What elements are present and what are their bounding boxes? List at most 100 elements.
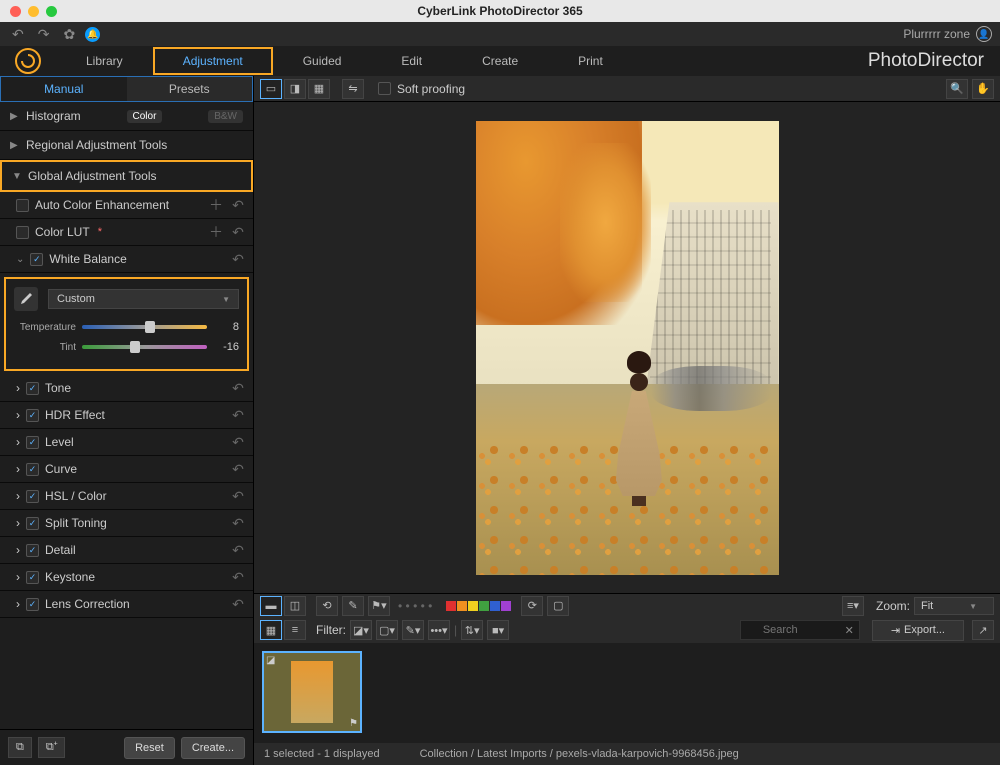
reset-button[interactable]: Reset [124,737,175,759]
grid-view-button[interactable]: ▦ [308,79,330,99]
reset-icon[interactable]: ↶ [229,250,247,268]
crop-button[interactable]: ✎ [342,596,364,616]
export-button[interactable]: ⇥Export... [872,620,964,641]
reset-icon[interactable]: ↶ [229,196,247,214]
notification-icon[interactable]: 🔔 [85,27,100,42]
list-view-button[interactable]: ≡ [284,620,306,640]
tab-create[interactable]: Create [452,47,548,75]
histogram-color-mode[interactable]: Color [127,110,163,123]
auto-color-enhancement-item[interactable]: Auto Color Enhancement ＋ ↶ [0,192,253,219]
thumbnail-item[interactable]: ◪ ⚑ [262,651,362,733]
temperature-slider[interactable] [82,325,207,329]
user-avatar-icon[interactable]: 👤 [976,26,992,42]
paste-settings-button[interactable]: ⧉⁺ [38,737,66,758]
copy-settings-button[interactable]: ⧉ [8,737,32,758]
tab-adjustment[interactable]: Adjustment [153,47,273,75]
keystone-item[interactable]: ›Keystone↶ [0,564,253,591]
filter-rating-button[interactable]: •••▾ [428,620,450,640]
regional-tools-header[interactable]: ▶ Regional Adjustment Tools [0,131,253,160]
thumbnail-view-button[interactable]: ▦ [260,620,282,640]
reset-icon[interactable]: ↶ [229,406,247,424]
reset-icon[interactable]: ↶ [229,487,247,505]
tab-guided[interactable]: Guided [273,47,372,75]
checkbox-icon[interactable] [26,571,39,584]
share-button[interactable]: ↗ [972,620,994,640]
redo-icon[interactable]: ↷ [34,24,54,45]
zoom-tool-button[interactable]: 🔍 [946,79,968,99]
app-logo[interactable] [0,48,56,74]
reset-icon[interactable]: ↶ [229,460,247,478]
filter-color-button[interactable]: ■▾ [487,620,509,640]
checkbox-icon[interactable] [16,226,29,239]
white-balance-preset-dropdown[interactable]: Custom [48,289,239,309]
plus-icon[interactable]: ＋ [207,196,225,214]
clear-search-icon[interactable]: ✕ [845,624,854,637]
detail-item[interactable]: ›Detail↶ [0,537,253,564]
global-tools-header[interactable]: ▼ Global Adjustment Tools [0,160,253,192]
filter-tag-button[interactable]: ✎▾ [402,620,424,640]
tab-library[interactable]: Library [56,47,153,75]
rating-dots[interactable]: • • • • • [398,599,432,613]
color-swatch[interactable] [501,601,511,611]
color-swatch[interactable] [457,601,467,611]
eyedropper-button[interactable] [14,287,38,311]
reset-icon[interactable]: ↶ [229,595,247,613]
minimize-window-button[interactable] [28,6,39,17]
checkbox-icon[interactable] [26,436,39,449]
curve-item[interactable]: ›Curve↶ [0,456,253,483]
level-item[interactable]: ›Level↶ [0,429,253,456]
checkbox-icon[interactable] [26,463,39,476]
checkbox-icon[interactable] [30,253,43,266]
user-name[interactable]: Plurrrrr zone [903,27,970,41]
color-swatch[interactable] [446,601,456,611]
zoom-dropdown[interactable]: Fit [914,597,994,615]
photo-viewer[interactable] [254,102,1000,593]
reset-icon[interactable]: ↶ [229,541,247,559]
tab-edit[interactable]: Edit [371,47,452,75]
flag-button[interactable]: ⚑▾ [368,596,390,616]
mirror-view-button[interactable]: ⇋ [342,79,364,99]
sort-button[interactable]: ≡▾ [842,596,864,616]
color-lut-item[interactable]: Color LUT* ＋ ↶ [0,219,253,246]
layout-split-button[interactable]: ◫ [284,596,306,616]
checkbox-icon[interactable] [26,544,39,557]
soft-proofing-checkbox[interactable] [378,82,391,95]
compare-view-button[interactable]: ◨ [284,79,306,99]
checkbox-icon[interactable] [26,598,39,611]
reset-icon[interactable]: ↶ [229,568,247,586]
filter-flag-button[interactable]: ◪▾ [350,620,372,640]
histogram-header[interactable]: ▶ Histogram Color B&W [0,102,253,131]
color-swatch[interactable] [468,601,478,611]
create-preset-button[interactable]: Create... [181,737,245,759]
reset-icon[interactable]: ↶ [229,223,247,241]
hsl-color-item[interactable]: ›HSL / Color↶ [0,483,253,510]
layout-single-button[interactable]: ▬ [260,596,282,616]
white-balance-header[interactable]: ⌄ White Balance ↶ [0,246,253,273]
sidebar-tab-manual[interactable]: Manual [1,77,127,101]
tint-slider[interactable] [82,345,207,349]
reset-icon[interactable]: ↶ [229,514,247,532]
filter-label-button[interactable]: ▢▾ [376,620,398,640]
undo-icon[interactable]: ↶ [8,24,28,45]
slideshow-button[interactable]: ▢ [547,596,569,616]
histogram-bw-mode[interactable]: B&W [208,110,243,123]
rotate-button[interactable]: ⟳ [521,596,543,616]
checkbox-icon[interactable] [16,199,29,212]
checkbox-icon[interactable] [26,517,39,530]
checkbox-icon[interactable] [26,409,39,422]
close-window-button[interactable] [10,6,21,17]
hdr-effect-item[interactable]: ›HDR Effect↶ [0,402,253,429]
single-view-button[interactable]: ▭ [260,79,282,99]
search-input[interactable] [740,620,860,640]
reset-icon[interactable]: ↶ [229,433,247,451]
sidebar-tab-presets[interactable]: Presets [127,77,253,101]
split-toning-item[interactable]: ›Split Toning↶ [0,510,253,537]
checkbox-icon[interactable] [26,382,39,395]
checkbox-icon[interactable] [26,490,39,503]
color-swatch[interactable] [479,601,489,611]
lens-correction-item[interactable]: ›Lens Correction↶ [0,591,253,618]
plus-icon[interactable]: ＋ [207,223,225,241]
color-label-swatches[interactable] [446,601,511,611]
maximize-window-button[interactable] [46,6,57,17]
rotate-left-button[interactable]: ⟲ [316,596,338,616]
